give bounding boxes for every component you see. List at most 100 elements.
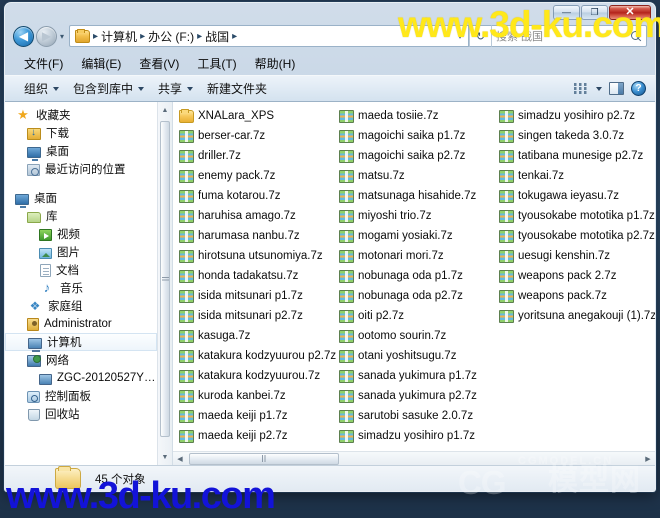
file-item[interactable]: ootomo sourin.7z	[339, 326, 499, 346]
breadcrumb-separator[interactable]: ▸	[92, 31, 99, 42]
breadcrumb-current-folder[interactable]: 战国	[203, 28, 231, 45]
forward-button[interactable]: ▶	[36, 25, 57, 47]
sidebar-scrollbar-thumb[interactable]	[160, 121, 170, 437]
menu-help[interactable]: 帮助(H)	[246, 53, 305, 74]
file-item[interactable]: matsu.7z	[339, 166, 499, 186]
help-icon[interactable]: ?	[631, 81, 646, 96]
file-item[interactable]: yoritsuna anegakouji (1).7z	[499, 306, 655, 326]
file-item[interactable]: tatibana munesige p2.7z	[499, 146, 655, 166]
breadcrumb-drive[interactable]: 办公 (F:)	[146, 28, 196, 45]
refresh-button[interactable]: ↻	[469, 25, 491, 47]
preview-pane-icon[interactable]	[609, 82, 624, 95]
file-item[interactable]: fuma kotarou.7z	[179, 186, 339, 206]
file-item[interactable]: katakura kodzyuurou.7z	[179, 366, 339, 386]
sidebar-item-10[interactable]: ❖ 家庭组	[5, 297, 157, 315]
hscroll-left-icon[interactable]: ◀	[173, 455, 187, 463]
file-item[interactable]: kasuga.7z	[179, 326, 339, 346]
file-item[interactable]: driller.7z	[179, 146, 339, 166]
sidebar-item-5[interactable]: 库	[5, 207, 157, 225]
file-item[interactable]: katakura kodzyuurou p2.7z	[179, 346, 339, 366]
hscroll-right-icon[interactable]: ▶	[641, 455, 655, 463]
file-item[interactable]: maeda tosiie.7z	[339, 106, 499, 126]
file-item[interactable]: weapons pack.7z	[499, 286, 655, 306]
sidebar-item-0[interactable]: ★ 收藏夹	[5, 106, 157, 124]
close-button[interactable]: ✕	[609, 5, 651, 20]
sidebar-item-9[interactable]: ♪ 音乐	[5, 279, 157, 297]
sidebar-item-7[interactable]: 图片	[5, 243, 157, 261]
file-item[interactable]: magoichi saika p1.7z	[339, 126, 499, 146]
file-item[interactable]: oiti p2.7z	[339, 306, 499, 326]
breadcrumb-computer[interactable]: 计算机	[99, 28, 139, 45]
sidebar-item-8[interactable]: 文档	[5, 261, 157, 279]
sidebar-item-3[interactable]: 最近访问的位置	[5, 160, 157, 178]
file-list-horizontal-scrollbar[interactable]: ◀ ▶	[173, 451, 655, 465]
file-item[interactable]: sanada yukimura p1.7z	[339, 366, 499, 386]
sidebar-item-6[interactable]: 视频	[5, 225, 157, 243]
file-item[interactable]: matsunaga hisahide.7z	[339, 186, 499, 206]
back-button[interactable]: ◀	[13, 25, 34, 47]
menu-edit[interactable]: 编辑(E)	[72, 53, 130, 74]
sidebar-item-1[interactable]: 下载	[5, 124, 157, 142]
menu-file[interactable]: 文件(F)	[15, 53, 72, 74]
file-item[interactable]: singen takeda 3.0.7z	[499, 126, 655, 146]
file-item[interactable]: otani yoshitsugu.7z	[339, 346, 499, 366]
organize-button[interactable]: 组织	[17, 77, 66, 100]
file-item[interactable]: maeda keiji p1.7z	[179, 406, 339, 426]
file-item[interactable]: uesugi kenshin.7z	[499, 246, 655, 266]
sidebar-scrollbar[interactable]: ▲ ▼	[157, 102, 172, 465]
file-item[interactable]: hirotsuna utsunomiya.7z	[179, 246, 339, 266]
breadcrumb[interactable]: ▸ 计算机 ▸ 办公 (F:) ▸ 战国 ▸ ▾	[69, 25, 469, 47]
sidebar-item-14[interactable]: ZGC-20120527YKR	[5, 369, 157, 387]
file-item[interactable]: isida mitsunari p1.7z	[179, 286, 339, 306]
breadcrumb-separator[interactable]: ▸	[139, 31, 146, 42]
file-item[interactable]: haruhisa amago.7z	[179, 206, 339, 226]
new-folder-button[interactable]: 新建文件夹	[200, 77, 274, 100]
maximize-button[interactable]: ❐	[581, 5, 608, 20]
view-options-icon[interactable]	[574, 82, 589, 95]
sidebar-item-2[interactable]: 桌面	[5, 142, 157, 161]
file-item[interactable]: tokugawa ieyasu.7z	[499, 186, 655, 206]
breadcrumb-separator[interactable]: ▸	[231, 31, 238, 42]
file-item[interactable]: enemy pack.7z	[179, 166, 339, 186]
sidebar-item-4[interactable]: 桌面	[5, 189, 157, 208]
file-item[interactable]: weapons pack 2.7z	[499, 266, 655, 286]
file-item[interactable]: honda tadakatsu.7z	[179, 266, 339, 286]
file-item[interactable]: harumasa nanbu.7z	[179, 226, 339, 246]
file-item[interactable]: sarutobi sasuke 2.0.7z	[339, 406, 499, 426]
menu-view[interactable]: 查看(V)	[130, 53, 188, 74]
file-list-pane[interactable]: XNALara_XPS berser-car.7z driller.7z enemy …	[173, 102, 655, 465]
chevron-down-icon[interactable]	[596, 86, 602, 91]
hscroll-track[interactable]	[187, 452, 641, 465]
file-item[interactable]: simadzu yosihiro p1.7z	[339, 426, 499, 446]
hscroll-thumb[interactable]	[189, 452, 339, 465]
sidebar-item-12[interactable]: 计算机	[5, 333, 157, 352]
file-item[interactable]: simadzu yosihiro p2.7z	[499, 106, 655, 126]
sidebar-item-15[interactable]: 控制面板	[5, 387, 157, 405]
file-item[interactable]: motonari mori.7z	[339, 246, 499, 266]
file-item[interactable]: magoichi saika p2.7z	[339, 146, 499, 166]
file-item[interactable]: miyoshi trio.7z	[339, 206, 499, 226]
file-item[interactable]: nobunaga oda p2.7z	[339, 286, 499, 306]
minimize-button[interactable]: —	[553, 5, 580, 20]
breadcrumb-history-dropdown[interactable]: ▾	[458, 32, 465, 41]
include-in-library-button[interactable]: 包含到库中	[66, 77, 151, 100]
recent-locations-dropdown[interactable]: ▾	[60, 32, 64, 41]
file-item[interactable]: XNALara_XPS	[179, 106, 339, 126]
search-input[interactable]: 搜索 战国	[491, 25, 647, 47]
scroll-down-icon[interactable]: ▼	[158, 449, 172, 465]
sidebar-item-11[interactable]: Administrator	[5, 315, 157, 333]
scroll-up-icon[interactable]: ▲	[158, 102, 172, 118]
file-item[interactable]: sanada yukimura p2.7z	[339, 386, 499, 406]
file-item[interactable]: mogami yosiaki.7z	[339, 226, 499, 246]
share-button[interactable]: 共享	[151, 77, 200, 100]
breadcrumb-separator[interactable]: ▸	[196, 31, 203, 42]
sidebar-item-16[interactable]: 回收站	[5, 405, 157, 423]
file-item[interactable]: berser-car.7z	[179, 126, 339, 146]
file-item[interactable]: tyousokabe mototika p1.7z	[499, 206, 655, 226]
menu-tools[interactable]: 工具(T)	[188, 53, 245, 74]
file-item[interactable]: tyousokabe mototika p2.7z	[499, 226, 655, 246]
file-item[interactable]: tenkai.7z	[499, 166, 655, 186]
file-item[interactable]: isida mitsunari p2.7z	[179, 306, 339, 326]
file-item[interactable]: nobunaga oda p1.7z	[339, 266, 499, 286]
file-item[interactable]: kuroda kanbei.7z	[179, 386, 339, 406]
